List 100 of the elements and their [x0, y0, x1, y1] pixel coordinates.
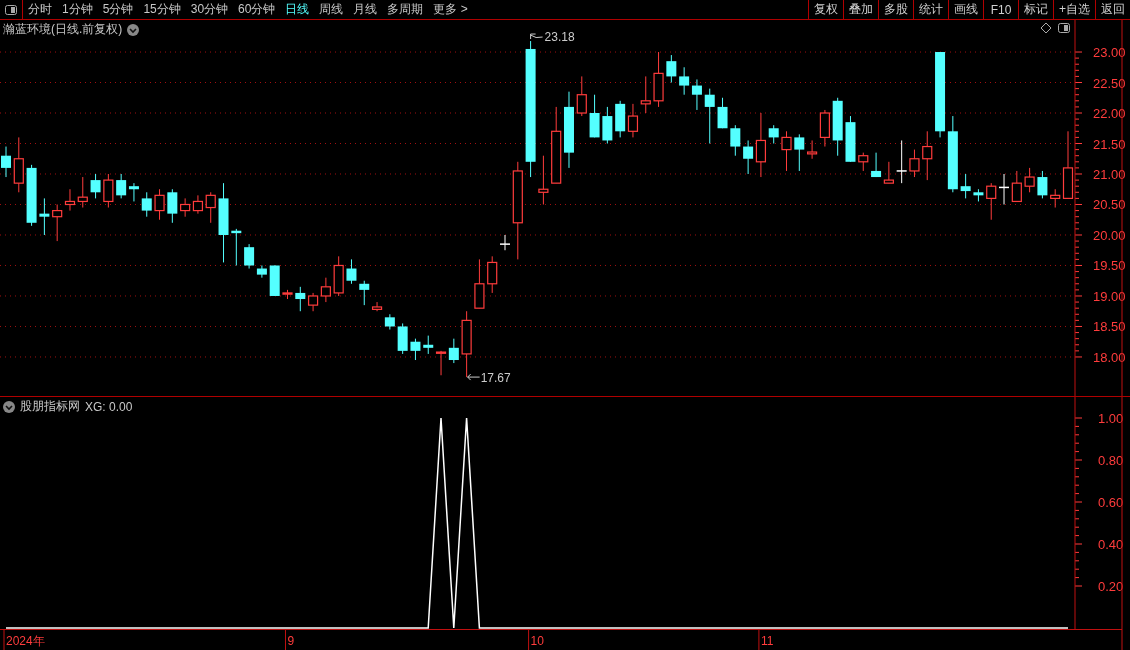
date-label: 10 — [530, 634, 544, 648]
period-tab[interactable]: 周线 — [314, 0, 349, 19]
chevron-down-icon[interactable] — [127, 23, 140, 36]
candlestick — [679, 66, 690, 96]
candlestick — [77, 176, 88, 209]
candlestick — [39, 197, 50, 236]
candlestick — [103, 173, 114, 209]
candlestick — [346, 258, 357, 285]
candlestick — [653, 51, 664, 108]
candlestick — [717, 97, 728, 129]
candlestick — [448, 338, 459, 364]
toolbar-button[interactable]: F10 — [983, 0, 1018, 19]
indicator-value: XG: 0.00 — [85, 399, 133, 414]
candlestick — [781, 130, 792, 172]
axis-label: 1.00 — [1098, 411, 1124, 426]
period-tab[interactable]: 日线 — [280, 0, 315, 19]
period-tab[interactable]: 更多 > — [428, 0, 473, 19]
period-tab[interactable]: 60分钟 — [233, 0, 281, 19]
candlestick — [282, 289, 293, 300]
candlestick — [474, 258, 485, 309]
candlestick — [1, 146, 11, 178]
candlestick — [154, 188, 165, 221]
diamond-icon[interactable] — [1040, 22, 1052, 34]
pointer-arrow — [530, 33, 544, 40]
candlestick — [307, 292, 319, 312]
candlestick — [1037, 170, 1048, 199]
candlestick — [858, 152, 869, 172]
toolbar-button[interactable]: 多股 — [878, 0, 913, 19]
candlestick — [845, 115, 856, 163]
candlestick — [922, 130, 933, 181]
candlestick — [116, 173, 127, 199]
candlestick — [487, 255, 498, 294]
candlestick — [90, 173, 101, 199]
axis-label: 19.00 — [1093, 289, 1126, 304]
axis-label: 22.50 — [1093, 75, 1126, 91]
indicator-title: 股朋指标网 — [20, 398, 80, 415]
candlestick — [576, 75, 587, 117]
candlestick — [423, 335, 434, 355]
candlestick — [640, 75, 651, 114]
candlestick — [871, 152, 882, 178]
axis-label: 0.40 — [1098, 537, 1124, 552]
toolbar-button[interactable]: 标记 — [1018, 0, 1053, 19]
axis-label: 18.00 — [1093, 349, 1126, 365]
low-price-label: 17.67 — [480, 371, 511, 386]
candlestick — [538, 155, 549, 205]
candlestick — [295, 286, 306, 312]
candlestick — [167, 188, 178, 224]
axis-label: 18.50 — [1093, 319, 1126, 335]
pointer-arrow — [467, 373, 481, 381]
axis-label: 19.50 — [1093, 258, 1126, 274]
candlestick — [333, 255, 344, 297]
high-price-label: 23.18 — [544, 30, 575, 45]
period-tab[interactable]: 15分钟 — [138, 0, 186, 19]
toolbar-button[interactable]: 返回 — [1095, 0, 1130, 19]
candlestick — [13, 136, 24, 193]
candlestick — [1011, 170, 1022, 203]
candlestick — [410, 338, 421, 361]
axis-label: 0.20 — [1098, 579, 1124, 594]
period-tab[interactable]: 分时 — [23, 0, 57, 19]
candlestick — [832, 97, 843, 157]
candlestick — [397, 322, 408, 355]
candlestick — [461, 310, 472, 378]
toolbar-button[interactable]: 复权 — [808, 0, 843, 19]
panel-toggle-icon[interactable] — [1058, 23, 1070, 33]
candlestick — [231, 228, 242, 266]
candlestick — [141, 191, 152, 218]
period-tab[interactable]: 30分钟 — [185, 0, 234, 19]
candlestick — [26, 164, 37, 227]
period-tab[interactable]: 5分钟 — [97, 0, 139, 19]
candlestick — [730, 124, 741, 157]
candlestick — [973, 188, 984, 202]
toolbar-button[interactable]: 统计 — [913, 0, 948, 19]
axis-label: 0.80 — [1098, 453, 1124, 468]
candlestick — [666, 54, 677, 83]
axis-label: 0.60 — [1098, 495, 1124, 510]
candlestick — [320, 277, 331, 303]
period-tab[interactable]: 1分钟 — [57, 0, 98, 19]
axis-label: 20.50 — [1093, 197, 1126, 213]
axis-label: 21.00 — [1093, 167, 1126, 182]
period-tab[interactable]: 月线 — [348, 0, 383, 19]
candlestick — [960, 173, 971, 199]
candlestick — [615, 100, 626, 138]
date-label: 2024年 — [6, 634, 45, 648]
panel-toggle-icon[interactable] — [5, 4, 17, 15]
candlestick — [589, 94, 600, 138]
period-tab[interactable]: 多周期 — [382, 0, 429, 19]
chart-title: 瀚蓝环境(日线.前复权) — [3, 21, 123, 38]
date-label: 9 — [287, 634, 295, 648]
toolbar-button[interactable]: 叠加 — [843, 0, 878, 19]
axis-label: 23.00 — [1093, 45, 1126, 60]
toolbar-button[interactable]: 画线 — [948, 0, 983, 19]
candlestick — [269, 265, 280, 297]
candlestick — [180, 197, 191, 218]
candlestick — [768, 124, 779, 144]
chevron-down-icon[interactable] — [3, 400, 15, 413]
candlestick — [128, 182, 139, 202]
date-label: 11 — [760, 634, 774, 648]
toolbar-button[interactable]: +自选 — [1053, 0, 1095, 19]
axis-label: 21.50 — [1093, 136, 1126, 152]
candlestick — [691, 78, 702, 111]
